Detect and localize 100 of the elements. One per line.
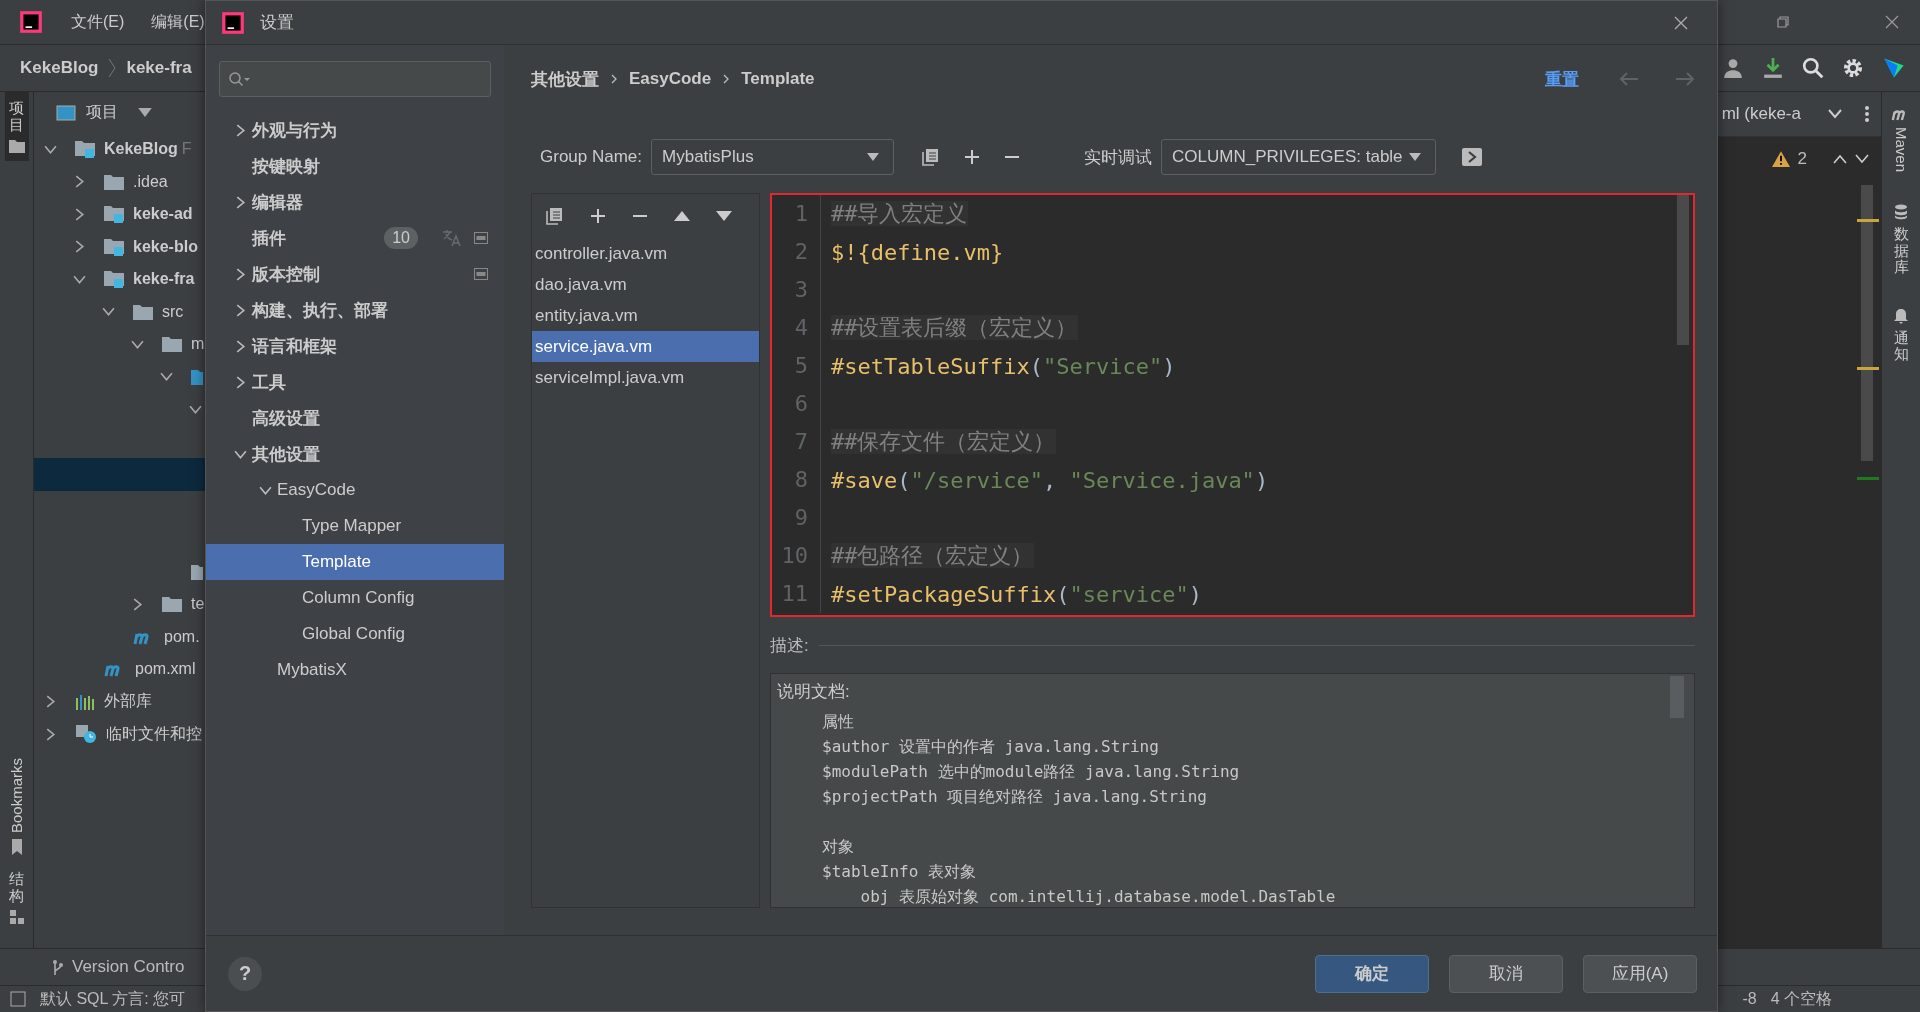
user-icon[interactable] <box>1722 57 1744 79</box>
code-editor[interactable]: 1 ##导入宏定义 2 $!{define.vm} 3 4 ##设置表后缀（宏定义） 5 #setTableSuffix("Service") 6 7 ##保存文件（宏定义） 8 #save("/service", "Service.java") 9 10 ##包路径（宏定义） 11 #setPackageSuffix("service") <box>770 193 1695 617</box>
tree-row[interactable]: keke-fra <box>34 263 205 296</box>
file-list-item[interactable]: dao.java.vm <box>532 269 759 300</box>
settings-nav-item[interactable]: Global Config <box>206 616 504 652</box>
file-list-item[interactable]: entity.java.vm <box>532 300 759 331</box>
search-icon[interactable] <box>1802 57 1824 79</box>
tool-window-tab[interactable]: Maven <box>1887 100 1915 181</box>
tree-label: te <box>191 595 205 614</box>
settings-nav-item[interactable]: 外观与行为 <box>206 112 504 148</box>
settings-nav-item[interactable]: 插件 10 <box>206 220 504 256</box>
settings-nav-item[interactable]: 语言和框架 <box>206 328 504 364</box>
bookmark-icon <box>10 839 23 855</box>
copy-icon[interactable] <box>546 207 564 225</box>
file-list-item[interactable]: serviceImpl.java.vm <box>532 362 759 393</box>
settings-nav-item[interactable]: EasyCode <box>206 472 504 508</box>
dialog-button[interactable]: 取消 <box>1449 954 1563 993</box>
settings-nav-item[interactable]: 编辑器 <box>206 184 504 220</box>
reset-link[interactable]: 重置 <box>1545 67 1579 91</box>
folder-icon <box>104 173 124 190</box>
tree-row[interactable]: 临时文件和控 <box>34 718 205 751</box>
copy-icon[interactable] <box>922 148 941 166</box>
settings-nav-item[interactable]: MybatisX <box>206 652 504 688</box>
status-item[interactable]: -8 <box>1742 990 1757 1008</box>
menu-item[interactable]: 文件(E) <box>71 11 125 33</box>
breadcrumb-item[interactable]: EasyCode <box>629 69 712 89</box>
tree-row[interactable]: keke-blo <box>34 230 205 263</box>
tree-row[interactable]: pom. <box>34 620 205 653</box>
dropdown-arrow-icon <box>1409 153 1422 161</box>
move-up-icon[interactable] <box>674 211 690 221</box>
breadcrumb-item[interactable]: KekeBlog <box>20 58 99 78</box>
breadcrumb-item[interactable]: 其他设置 <box>531 67 599 91</box>
scrollbar[interactable] <box>1677 195 1689 345</box>
scrollbar[interactable] <box>1861 185 1873 461</box>
group-name-dropdown[interactable]: MybatisPlus <box>651 139 895 175</box>
line-number: 10 <box>772 537 821 575</box>
chevron-icon[interactable] <box>234 303 247 317</box>
move-down-icon[interactable] <box>716 211 732 221</box>
dialog-button[interactable]: 应用(A) <box>1583 954 1697 993</box>
tool-window-tab[interactable]: Bookmarks <box>4 749 29 863</box>
app-logo-icon[interactable] <box>1882 56 1906 80</box>
chevron-icon[interactable] <box>159 370 173 384</box>
close-icon[interactable] <box>1673 14 1689 31</box>
restore-icon[interactable] <box>1775 14 1791 30</box>
tool-window-tab[interactable]: 结构 <box>5 863 28 932</box>
menu-item[interactable]: 编辑(E) <box>151 11 205 33</box>
chevron-icon[interactable] <box>234 267 247 281</box>
add-icon[interactable] <box>590 208 606 224</box>
up-icon[interactable] <box>1833 154 1847 164</box>
settings-nav-item[interactable]: Type Mapper <box>206 508 504 544</box>
settings-nav-item[interactable]: Template <box>206 544 504 580</box>
warning-icon[interactable] <box>1771 151 1790 167</box>
chevron-icon[interactable] <box>234 123 247 137</box>
help-button[interactable]: ? <box>228 956 262 991</box>
tool-window-tab[interactable]: Version Contro <box>72 957 185 977</box>
tree-row[interactable]: .idea <box>34 165 205 198</box>
chevron-icon[interactable] <box>234 375 247 389</box>
settings-icon[interactable] <box>1842 57 1864 79</box>
tree-row[interactable]: keke-ad <box>34 198 205 231</box>
chevron-icon[interactable] <box>234 339 247 353</box>
down-icon[interactable] <box>1855 154 1869 164</box>
tree-row[interactable]: m <box>34 328 205 361</box>
scratch-file-icon <box>75 724 97 745</box>
run-icon[interactable] <box>1462 148 1483 166</box>
status-item[interactable]: 4 个空格 <box>1770 988 1832 1010</box>
tree-row[interactable]: te <box>34 588 205 621</box>
file-list-item[interactable]: service.java.vm <box>532 331 759 362</box>
chevron-icon[interactable] <box>234 195 247 209</box>
settings-nav-item[interactable]: 版本控制 <box>206 256 504 292</box>
panel-toggle-icon[interactable] <box>10 991 26 1007</box>
settings-nav-item[interactable]: 按键映射 <box>206 148 504 184</box>
search-field[interactable] <box>219 61 491 97</box>
add-icon[interactable] <box>964 149 981 165</box>
doc-line: obj 表原始对象 com.intellij.database.model.DasTable <box>859 886 1337 907</box>
tree-row[interactable]: KekeBlog F <box>34 133 205 166</box>
breadcrumb-item[interactable]: keke-fra <box>126 58 192 78</box>
settings-nav-item[interactable]: 高级设置 <box>206 400 504 436</box>
tree-row[interactable]: src <box>34 295 205 328</box>
tree-row[interactable]: pom.xml <box>34 653 205 686</box>
file-list-item[interactable]: controller.java.vm <box>532 238 759 269</box>
close-icon[interactable] <box>1884 14 1900 30</box>
warning-count[interactable]: 2 <box>1797 149 1807 169</box>
panel-title[interactable]: 项目 <box>86 102 118 123</box>
tool-window-tab[interactable]: 通知 <box>1889 299 1913 371</box>
settings-nav-item[interactable]: Column Config <box>206 580 504 616</box>
tool-window-tab[interactable]: 数据库 <box>1889 196 1913 284</box>
settings-nav-item[interactable]: 其他设置 <box>206 436 504 472</box>
dialog-button[interactable]: 确定 <box>1315 954 1429 993</box>
tree-row[interactable]: 外部库 <box>34 685 205 718</box>
breadcrumb-item[interactable]: Template <box>741 69 815 89</box>
settings-nav-item[interactable]: 构建、执行、部署 <box>206 292 504 328</box>
chevron-icon[interactable] <box>101 305 115 319</box>
chevron-icon[interactable] <box>1827 109 1843 119</box>
download-icon[interactable] <box>1762 57 1784 79</box>
table-dropdown[interactable]: COLUMN_PRIVILEGES: table <box>1161 139 1437 175</box>
settings-nav-item[interactable]: 工具 <box>206 364 504 400</box>
nav-label: Template <box>302 552 371 572</box>
more-icon[interactable] <box>1865 105 1869 123</box>
dropdown-icon[interactable] <box>138 108 152 117</box>
project-tool-tab[interactable]: 项目 <box>4 92 29 161</box>
